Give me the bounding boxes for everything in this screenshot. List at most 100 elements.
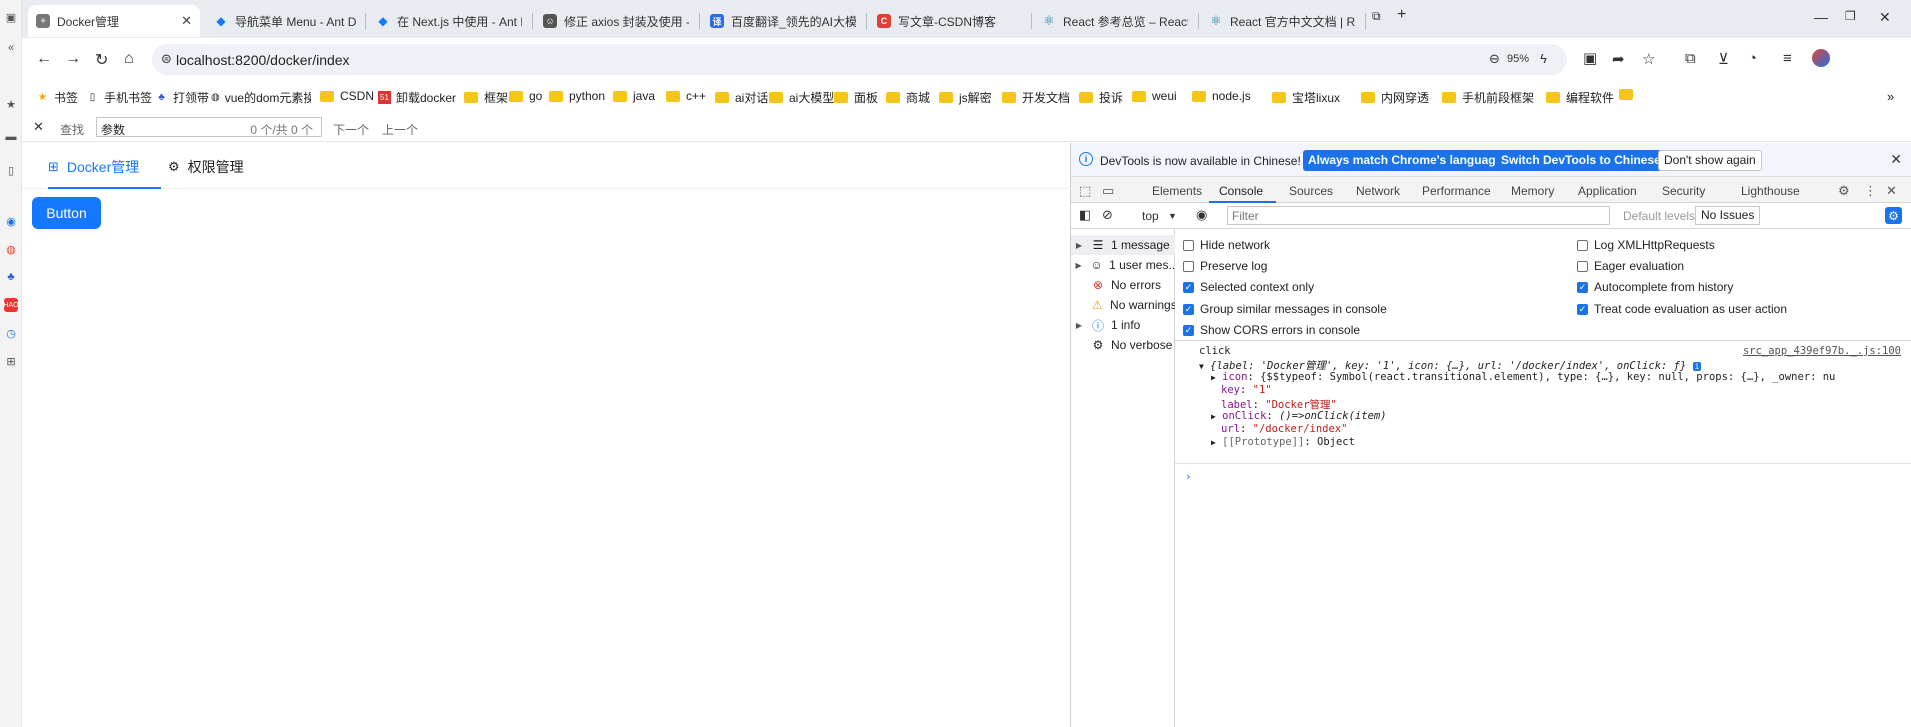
tab-elements[interactable]: Elements: [1152, 184, 1202, 198]
restore-icon[interactable]: ❐: [1845, 9, 1856, 23]
find-close-icon[interactable]: ✕: [33, 119, 44, 135]
find-next-button[interactable]: 下一个: [333, 121, 369, 138]
tab-network[interactable]: Network: [1356, 184, 1400, 198]
bookmark-item[interactable]: 手机前段框架: [1442, 89, 1534, 106]
dont-show-again-button[interactable]: Don't show again: [1658, 150, 1762, 171]
close-devtools-icon[interactable]: ✕: [1886, 183, 1897, 199]
tab-react-ref[interactable]: ⚛ React 参考总览 – React 中文文档: [1034, 5, 1196, 37]
favorite-star-icon[interactable]: ☆: [1642, 50, 1655, 68]
menu-item-docker[interactable]: ⊞ Docker管理: [48, 157, 139, 177]
device-toolbar-icon[interactable]: ▭: [1102, 183, 1114, 199]
bookmark-item[interactable]: 宝塔lixux: [1272, 89, 1340, 106]
menu-icon[interactable]: ≡: [1783, 50, 1792, 67]
primary-button[interactable]: Button: [32, 197, 101, 229]
bookmark-item[interactable]: weui: [1132, 89, 1177, 103]
close-icon[interactable]: ✕: [1890, 151, 1902, 168]
favorites-icon[interactable]: ★: [4, 97, 18, 111]
history-icon[interactable]: ◔: [1748, 50, 1757, 67]
sidebar-item-user-messages[interactable]: ▶ ☺ 1 user mes...: [1071, 255, 1175, 275]
expand-arrow-icon[interactable]: ▶: [1071, 321, 1087, 330]
tab-docker[interactable]: ✳ Docker管理 ✕: [28, 5, 200, 37]
extensions-icon[interactable]: ⧉: [1685, 50, 1696, 67]
autocomplete-checkbox[interactable]: ✓ Autocomplete from history: [1577, 280, 1733, 294]
back-icon[interactable]: ←: [36, 50, 52, 68]
eye-icon[interactable]: ◉: [1196, 207, 1207, 223]
find-prev-button[interactable]: 上一个: [382, 121, 418, 138]
show-cors-checkbox[interactable]: ✓ Show CORS errors in console: [1183, 323, 1360, 337]
reload-icon[interactable]: ↻: [95, 50, 108, 70]
close-icon[interactable]: ✕: [175, 13, 192, 29]
hao-icon[interactable]: HAO: [3, 298, 19, 312]
bookmark-item[interactable]: ◍vue的dom元素操作: [211, 89, 311, 106]
expand-arrow-icon[interactable]: ▶: [1071, 261, 1086, 270]
add-app-icon[interactable]: ⊞: [4, 354, 18, 368]
bookmark-item[interactable]: ★ 书签: [36, 89, 78, 106]
object-prop-row[interactable]: ▶ onClick: ()=>onClick(item): [1211, 410, 1387, 422]
bookmark-item[interactable]: 商城: [886, 89, 930, 106]
home-icon[interactable]: ⌂: [124, 50, 134, 68]
tab-security[interactable]: Security: [1662, 184, 1705, 198]
tab-memory[interactable]: Memory: [1511, 184, 1554, 198]
bookmarks-overflow-icon[interactable]: »: [1887, 89, 1894, 104]
bookmark-item[interactable]: c++: [666, 89, 706, 103]
bookmark-item[interactable]: go: [509, 89, 542, 103]
filter-input[interactable]: Filter: [1227, 206, 1610, 225]
inspect-icon[interactable]: ⬚: [1079, 183, 1091, 199]
tab-csdn[interactable]: C 写文章-CSDN博客: [869, 5, 1029, 37]
bookmark-item[interactable]: 投诉: [1079, 89, 1123, 106]
bookmark-item[interactable]: node.js: [1192, 89, 1251, 103]
group-similar-checkbox[interactable]: ✓ Group similar messages in console: [1183, 302, 1387, 316]
eager-eval-checkbox[interactable]: Eager evaluation: [1577, 259, 1684, 273]
tab-performance[interactable]: Performance: [1422, 184, 1491, 198]
info-badge-icon[interactable]: i: [1692, 362, 1702, 371]
settings-gear-icon[interactable]: ⚙: [1838, 183, 1850, 199]
tab-fanyi[interactable]: 译 百度翻译_领先的AI大模型翻译: [702, 5, 864, 37]
bookmark-item[interactable]: java: [613, 89, 655, 103]
bookmark-item[interactable]: 开发文档: [1002, 89, 1070, 106]
bookmark-item[interactable]: 51 卸载docker: [378, 89, 456, 106]
tab-search-icon[interactable]: ⧉: [1372, 9, 1381, 24]
issues-button[interactable]: No Issues: [1695, 206, 1761, 225]
bookmark-item[interactable]: 框架: [464, 89, 508, 106]
bookmark-item[interactable]: ♣ 打领带: [155, 89, 209, 106]
tab-actions-icon[interactable]: ▣: [4, 10, 18, 24]
source-link[interactable]: src_app_439ef97b._.js:100: [1743, 345, 1901, 357]
bookmark-item[interactable]: CSDN: [320, 89, 374, 103]
sidebar-item-warnings[interactable]: ⚠ No warnings: [1071, 295, 1175, 315]
zoom-icon[interactable]: ⊖: [1489, 51, 1500, 67]
omnibox[interactable]: ⊜ localhost:8200/docker/index ⊖ 95% ϟ: [152, 44, 1567, 75]
match-language-button[interactable]: Always match Chrome's language: [1303, 150, 1508, 171]
app-icon[interactable]: ◍: [4, 242, 18, 256]
collections-icon[interactable]: ▬: [4, 130, 18, 144]
find-input[interactable]: 参数 0 个/共 0 个: [96, 117, 322, 137]
collapse-icon[interactable]: «: [4, 41, 18, 55]
preserve-log-checkbox[interactable]: Preserve log: [1183, 259, 1267, 273]
console-settings-icon[interactable]: ⚙: [1885, 207, 1902, 224]
bookmark-item[interactable]: ai大模型: [769, 89, 834, 106]
treat-eval-checkbox[interactable]: ✓ Treat code evaluation as user action: [1577, 302, 1787, 316]
console-prompt[interactable]: ›: [1185, 470, 1192, 483]
sidebar-item-verbose[interactable]: ⚙ No verbose: [1071, 335, 1175, 355]
download-icon[interactable]: ⊻: [1718, 50, 1729, 68]
sidebar-item-errors[interactable]: ⊗ No errors: [1071, 275, 1175, 295]
switch-chinese-button[interactable]: Switch DevTools to Chinese: [1496, 150, 1666, 171]
lightning-icon[interactable]: ϟ: [1540, 51, 1547, 66]
tab-lighthouse[interactable]: Lighthouse: [1741, 184, 1800, 198]
log-levels-dropdown[interactable]: Default levels: [1623, 209, 1695, 223]
menu-item-permissions[interactable]: ⚙ 权限管理: [168, 157, 244, 177]
tab-doubao[interactable]: ☺ 修正 axios 封装及使用 - 豆包: [535, 5, 697, 37]
bookmark-item[interactable]: js解密: [939, 89, 992, 106]
bookmark-item[interactable]: python: [549, 89, 605, 103]
expand-arrow-icon[interactable]: ▶: [1071, 241, 1087, 250]
clock-icon[interactable]: ◷: [4, 326, 18, 340]
search-app-icon[interactable]: ◉: [4, 214, 18, 228]
bookmark-item[interactable]: 编程软件: [1546, 89, 1614, 106]
zoom-level[interactable]: 95%: [1507, 53, 1529, 65]
sidebar-toggle-icon[interactable]: ◧: [1079, 207, 1091, 223]
share-icon[interactable]: ➦: [1612, 50, 1625, 68]
tab-application[interactable]: Application: [1578, 184, 1637, 198]
bookmark-item[interactable]: ▯ 手机书签: [86, 89, 152, 106]
sidebar-item-messages[interactable]: ▶ ☰ 1 message: [1071, 235, 1175, 255]
context-selector[interactable]: top: [1142, 209, 1159, 223]
tab-console[interactable]: Console: [1219, 184, 1263, 198]
